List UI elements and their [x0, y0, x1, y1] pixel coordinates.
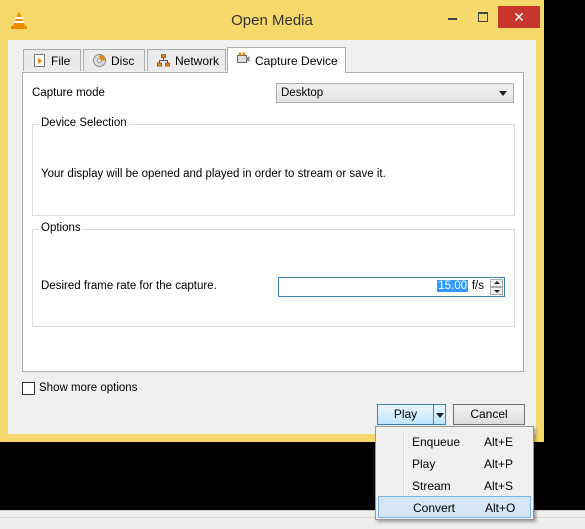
menu-item-label: Enqueue: [412, 435, 461, 449]
tab-capture-device-label: Capture Device: [255, 54, 338, 68]
menu-item-enqueue[interactable]: Enqueue Alt+E: [378, 431, 531, 453]
device-selection-text: Your display will be opened and played i…: [41, 168, 386, 180]
capture-mode-value: Desktop: [281, 87, 324, 99]
tab-network[interactable]: Network: [147, 49, 226, 71]
frame-rate-spinbox[interactable]: 15.00 f/s: [278, 277, 505, 297]
file-play-icon: [34, 54, 45, 67]
play-dropdown-menu: Enqueue Alt+E Play Alt+P Stream Alt+S Co…: [375, 426, 534, 520]
frame-rate-value[interactable]: 15.00: [437, 280, 468, 292]
menu-item-shortcut: Alt+E: [484, 435, 514, 449]
device-selection-title: Device Selection: [39, 117, 129, 129]
disc-icon: [93, 54, 106, 67]
title-bar[interactable]: Open Media ✕: [0, 0, 544, 40]
tab-file[interactable]: File: [23, 49, 81, 71]
spin-down-button[interactable]: [490, 287, 503, 295]
chevron-down-icon: [499, 91, 507, 96]
play-dropdown-button[interactable]: [433, 404, 446, 425]
frame-rate-unit: f/s: [471, 280, 484, 292]
capture-device-panel: Capture mode Desktop Device Selection Yo…: [22, 72, 524, 372]
menu-item-stream[interactable]: Stream Alt+S: [378, 475, 531, 497]
tab-file-label: File: [51, 54, 71, 68]
menu-item-play[interactable]: Play Alt+P: [378, 453, 531, 475]
cancel-button[interactable]: Cancel: [453, 404, 525, 425]
minimize-button[interactable]: [440, 8, 464, 26]
menu-item-shortcut: Alt+O: [485, 501, 516, 515]
tab-disc-label: Disc: [111, 54, 135, 68]
options-group: Options Desired frame rate for the captu…: [32, 222, 515, 327]
menu-item-convert[interactable]: Convert Alt+O: [378, 496, 531, 518]
show-more-options-checkbox[interactable]: [22, 382, 35, 395]
capture-mode-select[interactable]: Desktop: [276, 83, 514, 103]
capture-mode-label: Capture mode: [32, 87, 105, 99]
menu-item-shortcut: Alt+P: [484, 457, 514, 471]
tab-network-label: Network: [175, 54, 220, 68]
capture-device-icon: [237, 52, 250, 63]
spin-up-button[interactable]: [490, 279, 503, 287]
close-button[interactable]: ✕: [498, 6, 540, 28]
menu-item-label: Play: [412, 457, 436, 471]
menu-item-label: Stream: [412, 479, 451, 493]
frame-rate-label: Desired frame rate for the capture.: [41, 280, 217, 292]
options-title: Options: [39, 222, 83, 234]
close-icon: ✕: [513, 9, 525, 25]
play-button[interactable]: Play: [377, 404, 434, 425]
tab-capture-device[interactable]: Capture Device: [227, 47, 346, 73]
show-more-options-label[interactable]: Show more options: [39, 382, 137, 394]
maximize-button[interactable]: [470, 8, 494, 26]
tab-disc[interactable]: Disc: [83, 49, 145, 71]
device-selection-group: Device Selection Your display will be op…: [32, 117, 515, 216]
menu-item-shortcut: Alt+S: [484, 479, 514, 493]
open-media-window: Open Media ✕ File Disc Network Capture D…: [0, 0, 544, 442]
menu-item-label: Convert: [413, 501, 456, 515]
dialog-client-area: File Disc Network Capture Device Capture…: [8, 40, 536, 434]
network-icon: [157, 54, 170, 67]
